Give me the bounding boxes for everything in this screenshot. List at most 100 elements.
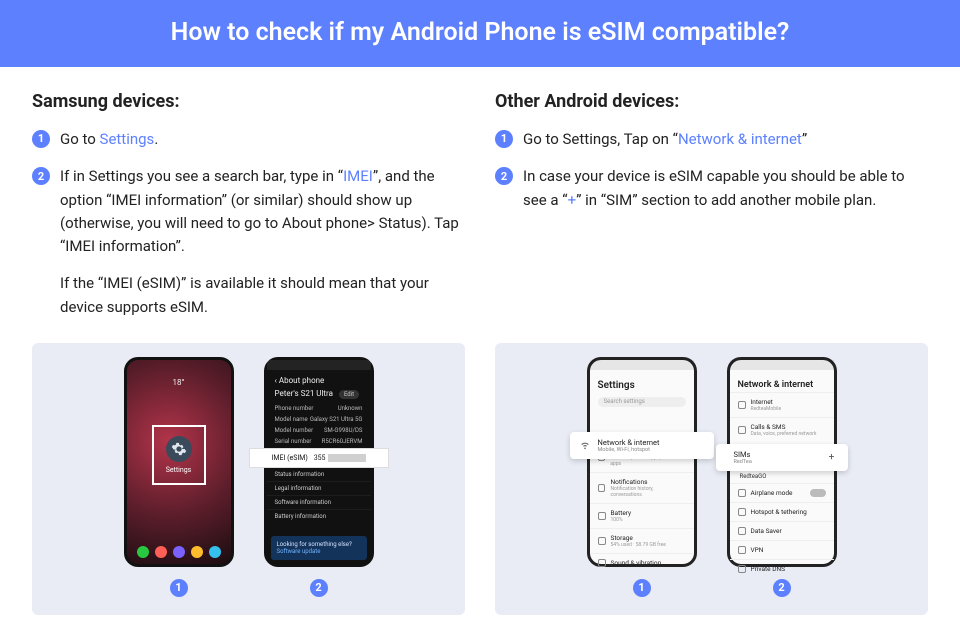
device-name: Peter's S21 Ultra Edit (267, 387, 371, 403)
other-column: Other Android devices: 1 Go to Settings,… (495, 91, 928, 333)
step-number-2: 2 (495, 167, 513, 185)
network-items-bottom: Airplane modeHotspot & tetheringData Sav… (730, 483, 834, 578)
network-title: Network & internet (730, 370, 834, 392)
about-sections: Status informationLegal informationSoftw… (267, 467, 371, 523)
item-icon (738, 565, 746, 573)
item-icon (738, 401, 746, 409)
item-icon (598, 537, 606, 545)
settings-item: Sound & vibration (590, 553, 694, 572)
sims-label: SIMs (734, 450, 818, 459)
dock (127, 546, 231, 558)
step-body: If in Settings you see a search bar, typ… (60, 165, 465, 319)
network-items-top: InternetRedteaMobileCalls & SMSData, voi… (730, 392, 834, 442)
instructions-columns: Samsung devices: 1 Go to Settings. 2 If … (0, 67, 960, 343)
samsung-shot-1: 18° Settings 1 (124, 357, 234, 597)
sims-popup: SIMs RedTea + (716, 444, 848, 471)
about-section: Software information (267, 495, 371, 509)
samsung-step-1: 1 Go to Settings. (32, 128, 465, 151)
other-step-1: 1 Go to Settings, Tap on “Network & inte… (495, 128, 928, 151)
kv-row: Model nameGalaxy S21 Ultra 5G (267, 414, 371, 425)
plus-link[interactable]: + (568, 191, 577, 209)
text: If in Settings you see a search bar, typ… (60, 167, 343, 185)
other-shot-1: Settings Search settings Network & inter… (587, 357, 697, 597)
imei-value-prefix: 355 (314, 454, 326, 462)
redteago-row: RedteaGO (730, 470, 834, 483)
item-icon (598, 484, 606, 492)
network-item: Airplane mode (730, 483, 834, 502)
cta-line2: Software update (277, 548, 361, 555)
network-item: InternetRedteaMobile (730, 392, 834, 417)
plus-icon: + (826, 452, 838, 463)
about-phone-header: ‹ About phone (267, 370, 371, 387)
device-info-list: Phone numberUnknownModel nameGalaxy S21 … (267, 403, 371, 447)
caption-badge-1: 1 (633, 579, 651, 597)
text: If the “IMEI (eSIM)” is available it sho… (60, 272, 465, 319)
network-item: Data Saver (730, 521, 834, 540)
kv-row: Model numberSM-G998U/DS (267, 425, 371, 436)
text: ” (802, 130, 807, 148)
step-number-2: 2 (32, 167, 50, 185)
popup-sub: Mobile, Wi-Fi, hotspot (598, 447, 660, 453)
other-shot-2: Network & internet InternetRedteaMobileC… (727, 357, 837, 597)
imei-redacted (328, 454, 366, 462)
network-item: VPN (730, 540, 834, 559)
item-icon (738, 527, 746, 535)
gear-icon (166, 436, 192, 462)
samsung-shot-2: ‹ About phone Peter's S21 Ultra Edit Pho… (264, 357, 374, 597)
other-gallery: Settings Search settings Network & inter… (495, 343, 928, 615)
status-bar (267, 360, 371, 370)
wifi-icon (580, 440, 590, 450)
dock-icon (209, 546, 221, 558)
step-number-1: 1 (495, 130, 513, 148)
network-internet-popup: Network & internet Mobile, Wi-Fi, hotspo… (570, 432, 714, 459)
step-body: Go to Settings, Tap on “Network & intern… (523, 128, 928, 151)
samsung-heading: Samsung devices: (32, 91, 465, 112)
weather-widget: 18° (127, 378, 231, 387)
cta-line1: Looking for something else? (277, 541, 361, 548)
samsung-gallery: 18° Settings 1 ‹ (32, 343, 465, 615)
phone-mock-network: Network & internet InternetRedteaMobileC… (727, 357, 837, 567)
step-number-1: 1 (32, 130, 50, 148)
item-icon (738, 426, 746, 434)
caption-badge-2: 2 (773, 579, 791, 597)
popup-title: Network & internet (598, 438, 660, 447)
text: ” in “SIM” section to add another mobile… (576, 191, 876, 209)
looking-for-card: Looking for something else? Software upd… (271, 536, 367, 560)
imei-esim-callout: IMEI (eSIM) 355 (249, 448, 389, 468)
settings-link[interactable]: Settings (100, 130, 155, 148)
network-item: Calls & SMSData, voice, preferred networ… (730, 417, 834, 442)
settings-item: Battery100% (590, 503, 694, 528)
dock-icon (173, 546, 185, 558)
device-name-text: Peter's S21 Ultra (275, 389, 333, 398)
galleries: 18° Settings 1 ‹ (0, 343, 960, 615)
item-icon (598, 512, 606, 520)
toggle-icon (810, 489, 826, 497)
edit-pill: Edit (339, 390, 359, 399)
other-step-2: 2 In case your device is eSIM capable yo… (495, 165, 928, 212)
step-body: Go to Settings. (60, 128, 465, 151)
network-internet-link[interactable]: Network & internet (678, 130, 802, 148)
status-bar (590, 360, 694, 370)
about-section: Status information (267, 467, 371, 481)
samsung-column: Samsung devices: 1 Go to Settings. 2 If … (32, 91, 465, 333)
page-title-banner: How to check if my Android Phone is eSIM… (0, 0, 960, 67)
phone-mock-about-phone: ‹ About phone Peter's S21 Ultra Edit Pho… (264, 357, 374, 567)
imei-link[interactable]: IMEI (343, 167, 373, 185)
settings-label: Settings (166, 466, 192, 474)
status-bar (730, 360, 834, 370)
page-title: How to check if my Android Phone is eSIM… (171, 18, 790, 47)
kv-row: Serial numberR5CR60JERVM (267, 436, 371, 447)
other-heading: Other Android devices: (495, 91, 928, 112)
search-settings: Search settings (598, 397, 686, 407)
settings-items: AppsAssistant, recent apps, default apps… (590, 441, 694, 572)
settings-app-highlight: Settings (152, 425, 206, 485)
settings-item: Storage54% used · 58.79 GB free (590, 528, 694, 553)
imei-label: IMEI (eSIM) (272, 454, 308, 462)
kv-row: Phone numberUnknown (267, 403, 371, 414)
dock-icon (137, 546, 149, 558)
sims-sub: RedTea (734, 459, 818, 465)
text: Go to (60, 130, 100, 148)
caption-badge-1: 1 (170, 579, 188, 597)
settings-item: NotificationsNotification history, conve… (590, 472, 694, 503)
about-section: Legal information (267, 481, 371, 495)
